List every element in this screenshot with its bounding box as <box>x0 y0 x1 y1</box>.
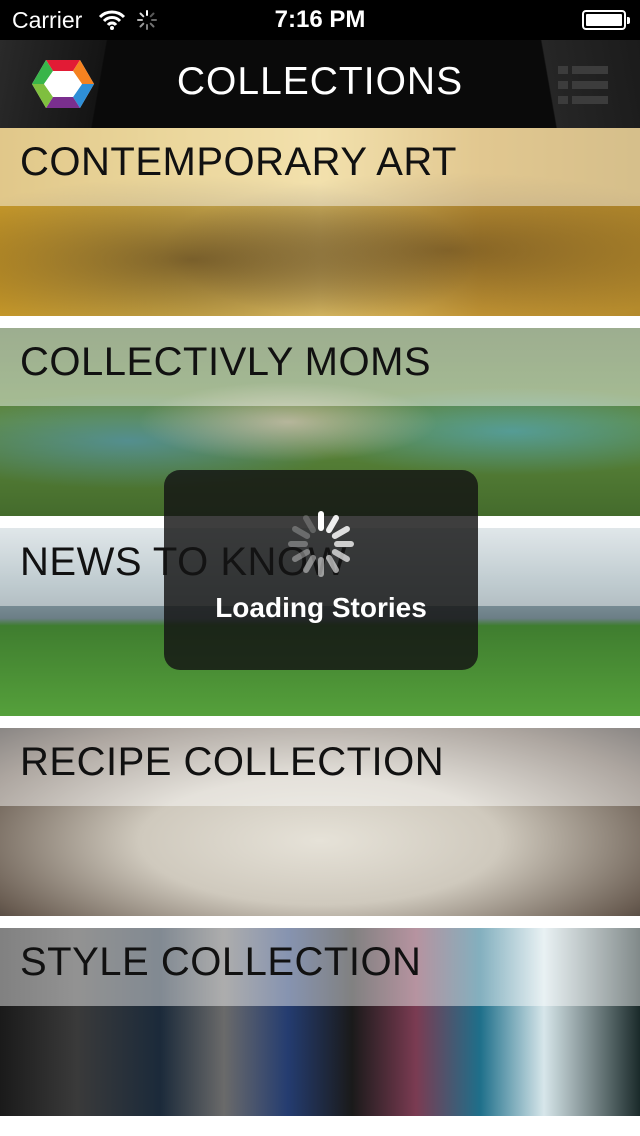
loading-text: Loading Stories <box>215 592 427 623</box>
collection-label: CONTEMPORARY ART <box>20 140 457 184</box>
loading-spinner-icon <box>288 511 354 577</box>
list-menu-icon <box>558 66 608 104</box>
collection-label: COLLECTIVLY MOMS <box>20 340 432 384</box>
collection-label: RECIPE COLLECTION <box>20 740 445 784</box>
collection-label: STYLE COLLECTION <box>20 940 422 984</box>
battery-icon <box>582 10 630 30</box>
loading-overlay: Loading Stories <box>164 470 478 670</box>
menu-button[interactable] <box>528 40 640 128</box>
collection-tile-contemporary-art[interactable]: CONTEMPORARY ART <box>0 128 640 316</box>
nav-bar: COLLECTIONS <box>0 40 640 128</box>
collection-tile-recipe-collection[interactable]: RECIPE COLLECTION <box>0 728 640 916</box>
collection-tile-style-collection[interactable]: STYLE COLLECTION <box>0 928 640 1116</box>
status-time: 7:16 PM <box>274 6 366 33</box>
status-bar: Carrier 7:16 PM <box>0 0 640 40</box>
